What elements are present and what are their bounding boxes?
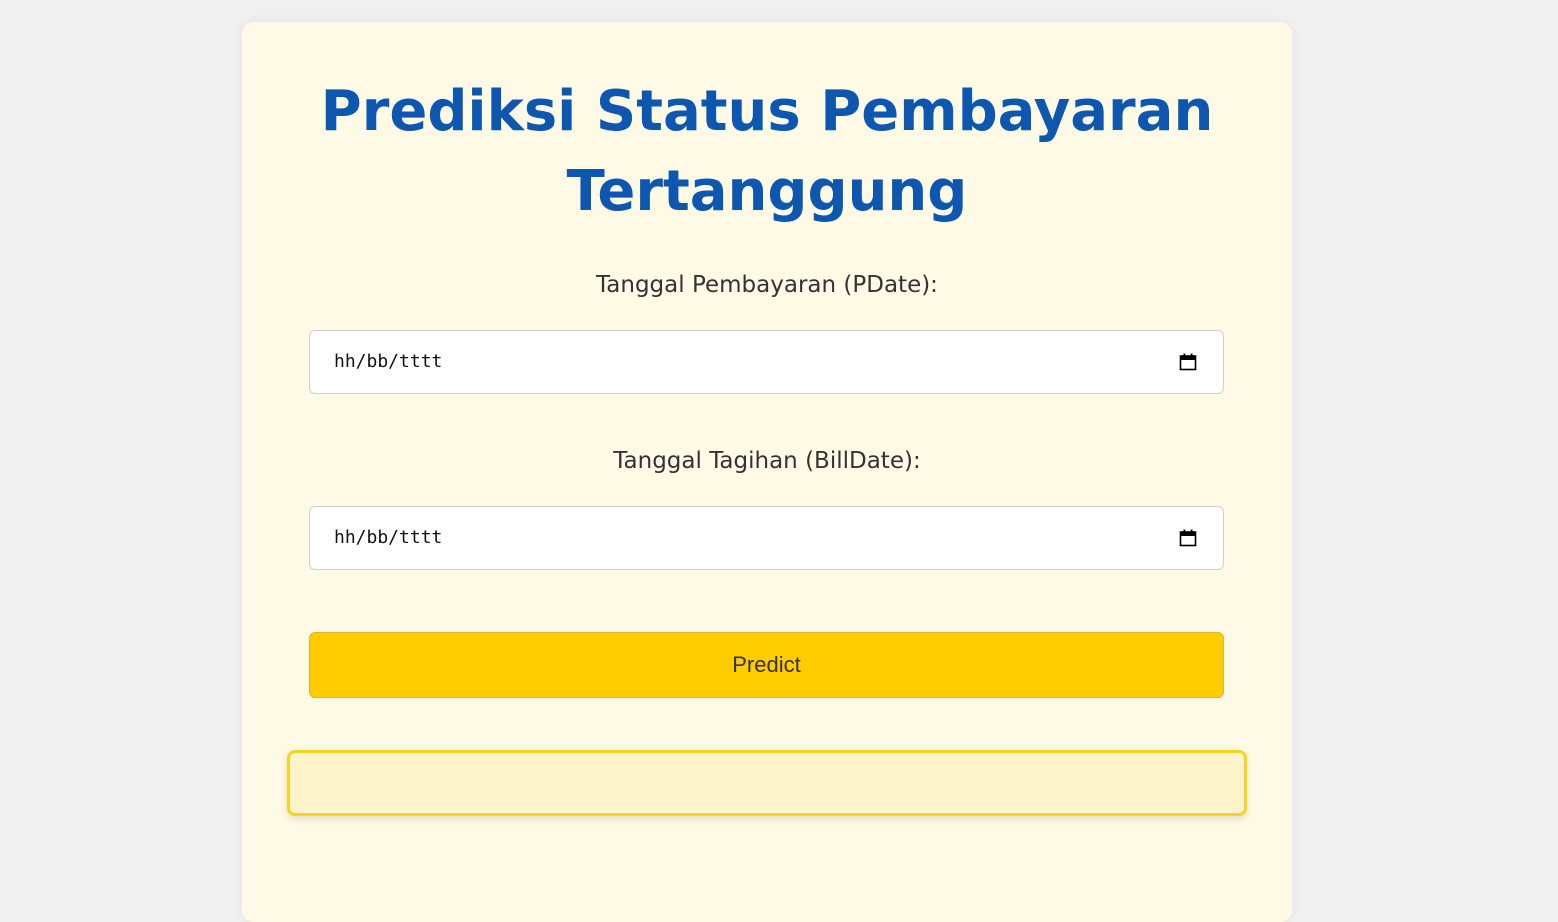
billdate-label: Tanggal Tagihan (BillDate): — [613, 448, 921, 474]
pdate-placeholder: hh/bb/tttt — [334, 351, 443, 372]
page-title-line-2: Tertanggung — [566, 159, 968, 224]
billdate-placeholder: hh/bb/tttt — [334, 527, 443, 548]
calendar-icon[interactable] — [1179, 353, 1197, 371]
calendar-icon[interactable] — [1179, 529, 1197, 547]
page-title: Prediksi Status Pembayaran Tertanggung — [242, 72, 1292, 232]
prediction-form-card: Prediksi Status Pembayaran Tertanggung T… — [242, 22, 1292, 922]
billdate-input[interactable]: hh/bb/tttt — [309, 506, 1224, 570]
pdate-label: Tanggal Pembayaran (PDate): — [596, 272, 938, 298]
prediction-result-box — [287, 750, 1247, 816]
pdate-input[interactable]: hh/bb/tttt — [309, 330, 1224, 394]
page-title-line-1: Prediksi Status Pembayaran — [320, 79, 1214, 144]
predict-button[interactable]: Predict — [309, 632, 1224, 698]
